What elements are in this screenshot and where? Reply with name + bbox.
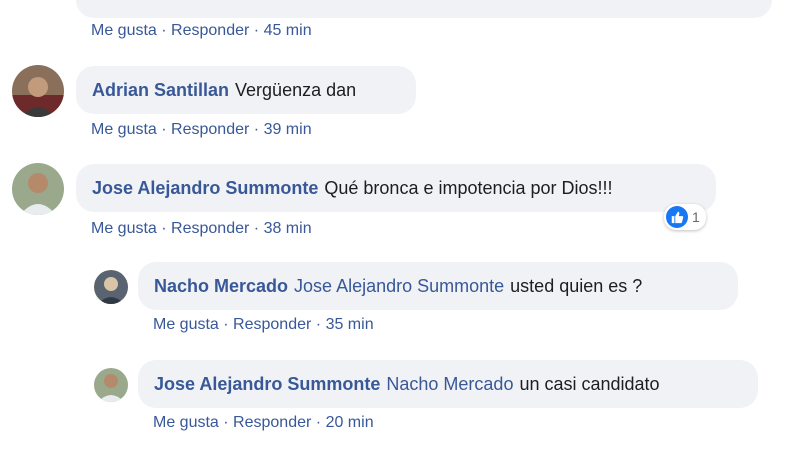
separator: · (315, 414, 326, 431)
comment-actions: Me gusta · Responder · 45 min (91, 22, 312, 40)
like-link[interactable]: Me gusta (153, 316, 219, 333)
separator: · (223, 414, 234, 431)
comment-bubble: Adrian Santillan Vergüenza dan (76, 66, 416, 114)
like-link[interactable]: Me gusta (153, 414, 219, 431)
reaction-badge[interactable]: 1 (664, 204, 706, 230)
reply-bubble: Jose Alejandro Summonte Nacho Mercado un… (138, 360, 758, 408)
reply-link[interactable]: Responder (171, 121, 249, 138)
person-avatar-icon (12, 163, 64, 215)
separator: · (253, 22, 264, 39)
avatar[interactable] (12, 65, 64, 117)
timestamp[interactable]: 45 min (264, 22, 312, 39)
comment-actions: Me gusta · Responder · 39 min (91, 121, 312, 139)
reaction-count: 1 (692, 209, 700, 225)
reply-actions: Me gusta · Responder · 20 min (153, 414, 374, 432)
avatar[interactable] (12, 163, 64, 215)
comment-author[interactable]: Jose Alejandro Summonte (92, 178, 318, 199)
reply-link[interactable]: Responder (171, 22, 249, 39)
reply-link[interactable]: Responder (171, 220, 249, 237)
person-avatar-icon (94, 368, 128, 402)
comment-actions: Me gusta · Responder · 38 min (91, 220, 312, 238)
avatar[interactable] (94, 368, 128, 402)
avatar[interactable] (94, 270, 128, 304)
comment-author[interactable]: Adrian Santillan (92, 80, 229, 101)
separator: · (161, 22, 172, 39)
comment-text: Vergüenza dan (235, 79, 357, 100)
timestamp[interactable]: 39 min (264, 121, 312, 138)
comment-bubble: Jose Alejandro Summonte Qué bronca e imp… (76, 164, 716, 212)
comment-bubble-truncated (76, 0, 772, 18)
separator: · (161, 121, 172, 138)
reply-mention[interactable]: Nacho Mercado (386, 374, 513, 395)
reply-author[interactable]: Jose Alejandro Summonte (154, 374, 380, 395)
timestamp[interactable]: 38 min (264, 220, 312, 237)
separator: · (223, 316, 234, 333)
comment-text: Qué bronca e impotencia por Dios!!! (324, 177, 613, 198)
reply-author[interactable]: Nacho Mercado (154, 276, 288, 297)
like-link[interactable]: Me gusta (91, 220, 157, 237)
separator: · (161, 220, 172, 237)
separator: · (315, 316, 326, 333)
reply-bubble: Nacho Mercado Jose Alejandro Summonte us… (138, 262, 738, 310)
person-avatar-icon (12, 65, 64, 117)
timestamp[interactable]: 20 min (326, 414, 374, 431)
like-reaction-icon (666, 206, 688, 228)
reply-link[interactable]: Responder (233, 414, 311, 431)
reply-actions: Me gusta · Responder · 35 min (153, 316, 374, 334)
timestamp[interactable]: 35 min (326, 316, 374, 333)
separator: · (253, 220, 264, 237)
like-link[interactable]: Me gusta (91, 121, 157, 138)
reply-text: un casi candidato (519, 373, 660, 394)
reply-text: usted quien es ? (510, 275, 643, 296)
separator: · (253, 121, 264, 138)
reply-mention[interactable]: Jose Alejandro Summonte (294, 276, 504, 297)
reply-link[interactable]: Responder (233, 316, 311, 333)
person-avatar-icon (94, 270, 128, 304)
like-link[interactable]: Me gusta (91, 22, 157, 39)
